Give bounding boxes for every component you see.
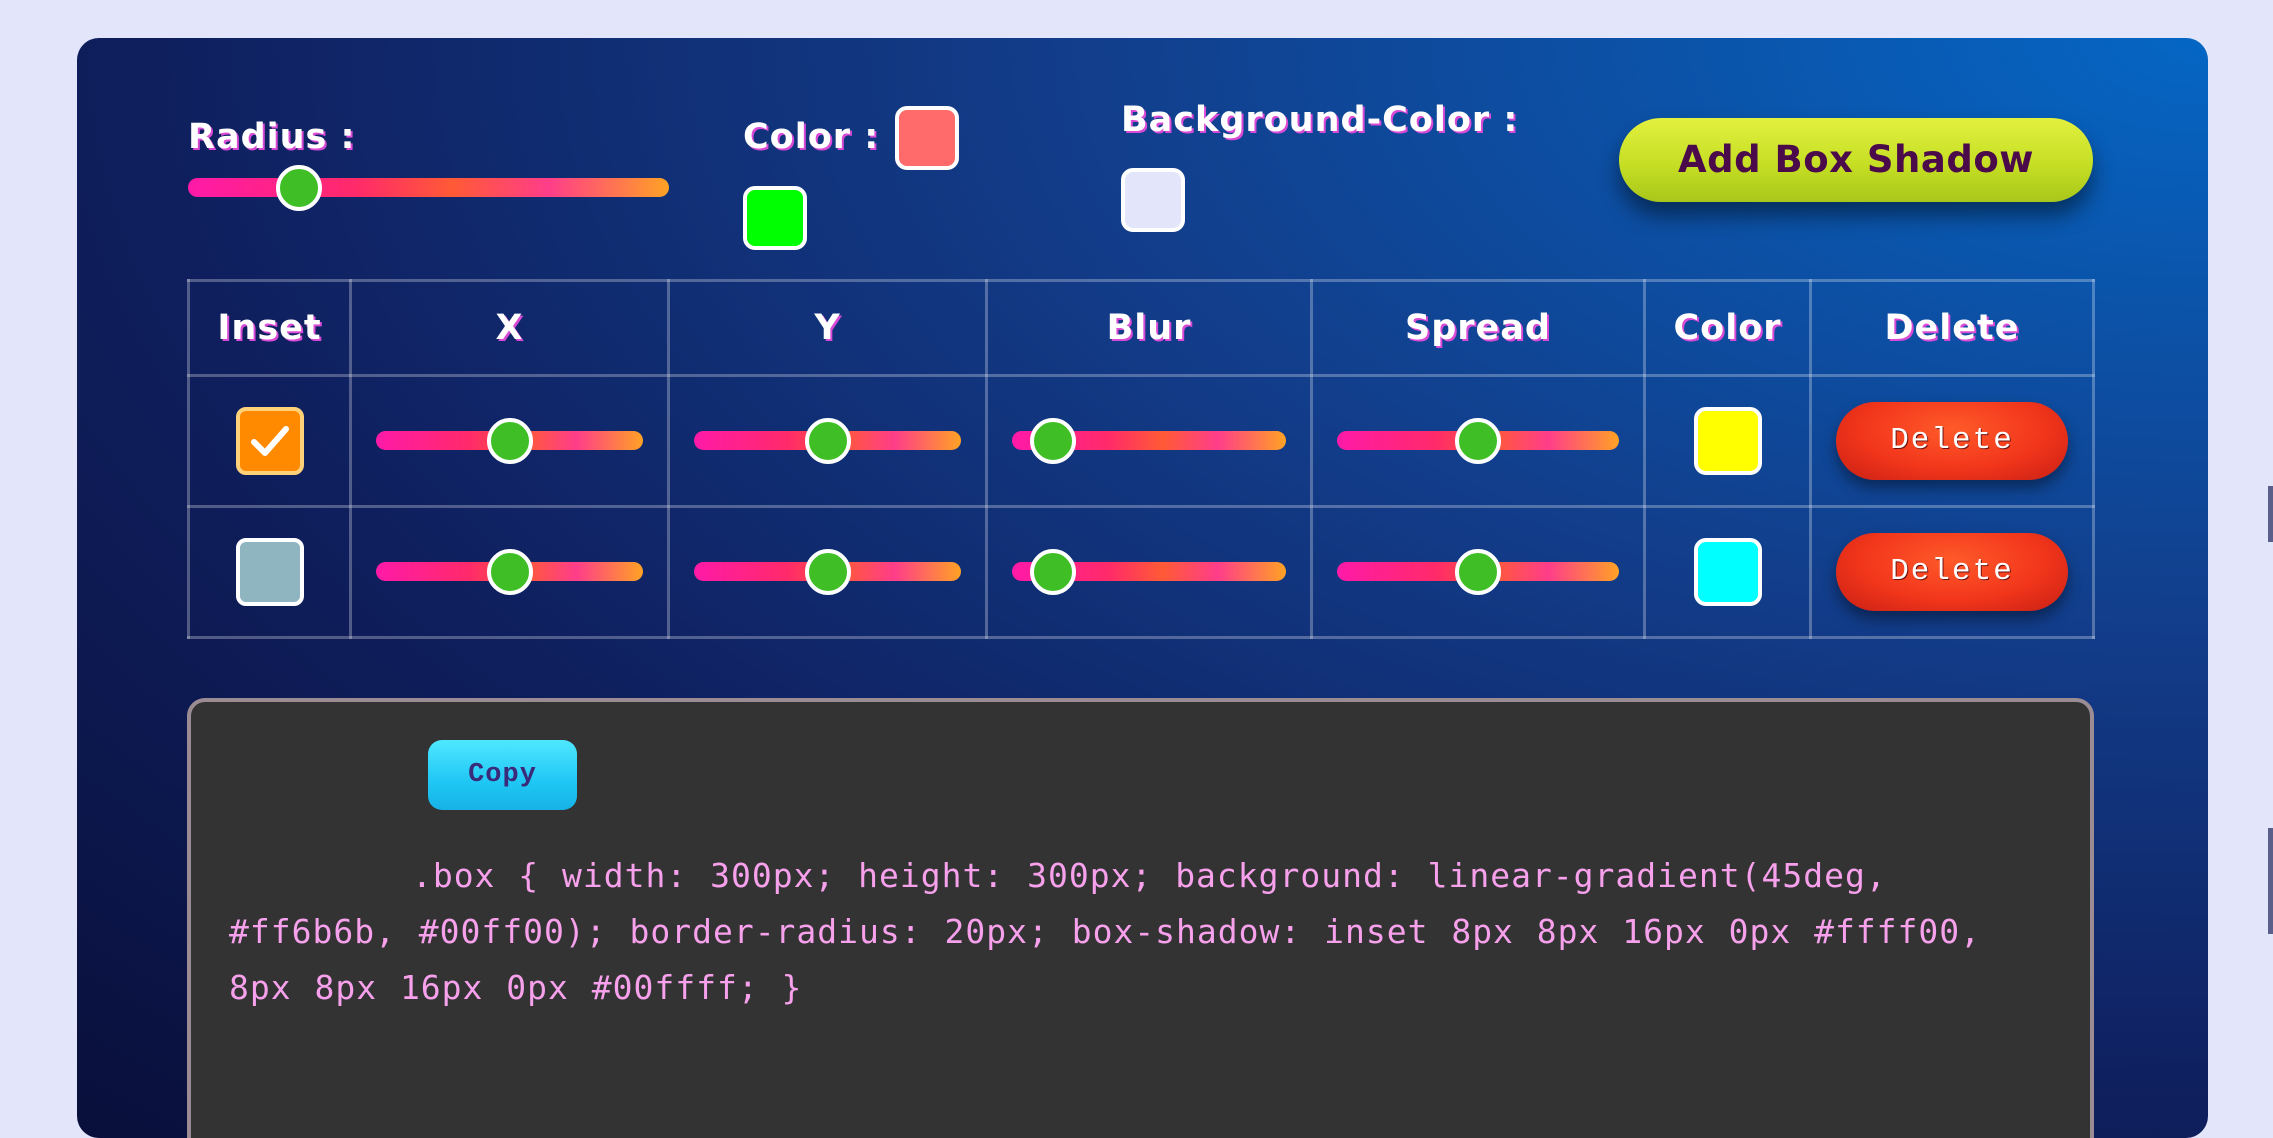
css-output-box: Copy .box { width: 300px; height: 300px;… bbox=[187, 698, 2094, 1138]
header-color: Color bbox=[1643, 279, 1812, 377]
spread-slider-thumb[interactable] bbox=[1455, 548, 1501, 595]
color-swatch-1[interactable] bbox=[895, 106, 959, 170]
y-cell bbox=[667, 505, 988, 639]
shadow-generator-panel: Radius : Color : Background-Color : Add … bbox=[77, 38, 2208, 1138]
color-cell bbox=[1643, 374, 1812, 508]
table-header-row: Inset X Y Blur Spread Color Delete bbox=[187, 279, 2095, 377]
shadow-color-swatch[interactable] bbox=[1693, 407, 1762, 475]
inset-checkbox[interactable] bbox=[235, 407, 304, 475]
x-cell bbox=[349, 505, 670, 639]
copy-button[interactable]: Copy bbox=[428, 740, 577, 810]
y-slider-thumb[interactable] bbox=[804, 548, 851, 595]
blur-slider[interactable] bbox=[1012, 548, 1286, 595]
inset-checkbox[interactable] bbox=[235, 538, 304, 606]
header-blur: Blur bbox=[985, 279, 1313, 377]
y-slider[interactable] bbox=[694, 417, 961, 464]
background-color-label: Background-Color : bbox=[1121, 100, 1519, 140]
radius-slider-thumb[interactable] bbox=[275, 164, 322, 211]
spread-cell bbox=[1310, 505, 1646, 639]
y-slider-thumb[interactable] bbox=[804, 417, 851, 464]
color-cell bbox=[1643, 505, 1812, 639]
x-slider-thumb[interactable] bbox=[486, 548, 533, 595]
header-delete: Delete bbox=[1809, 279, 2095, 377]
radius-label: Radius : bbox=[188, 117, 356, 157]
scroll-edge-marker bbox=[2268, 486, 2273, 542]
y-slider[interactable] bbox=[694, 548, 961, 595]
spread-slider[interactable] bbox=[1337, 417, 1619, 464]
blur-slider-thumb[interactable] bbox=[1030, 548, 1077, 595]
spread-cell bbox=[1310, 374, 1646, 508]
radius-slider[interactable] bbox=[188, 164, 669, 211]
color-label: Color : bbox=[743, 117, 880, 157]
x-cell bbox=[349, 374, 670, 508]
delete-button[interactable]: Delete bbox=[1836, 402, 2068, 480]
scroll-edge-marker bbox=[2268, 828, 2273, 934]
shadow-color-swatch[interactable] bbox=[1693, 538, 1762, 606]
blur-cell bbox=[985, 505, 1313, 639]
spread-slider-thumb[interactable] bbox=[1455, 417, 1501, 464]
x-slider-thumb[interactable] bbox=[486, 417, 533, 464]
css-code-text[interactable]: .box { width: 300px; height: 300px; back… bbox=[229, 848, 2059, 1016]
header-y: Y bbox=[667, 279, 988, 377]
header-spread: Spread bbox=[1310, 279, 1646, 377]
table-row: Delete bbox=[187, 505, 2095, 639]
checkmark-icon bbox=[250, 426, 289, 456]
y-cell bbox=[667, 374, 988, 508]
inset-cell bbox=[187, 505, 352, 639]
x-slider[interactable] bbox=[376, 548, 643, 595]
shadow-layers-table: Inset X Y Blur Spread Color Delete Delet… bbox=[187, 279, 2095, 639]
blur-cell bbox=[985, 374, 1313, 508]
add-box-shadow-button[interactable]: Add Box Shadow bbox=[1619, 118, 2093, 202]
color-swatch-2[interactable] bbox=[743, 186, 807, 250]
delete-cell: Delete bbox=[1809, 374, 2095, 508]
header-inset: Inset bbox=[187, 279, 352, 377]
table-row: Delete bbox=[187, 374, 2095, 508]
blur-slider[interactable] bbox=[1012, 417, 1286, 464]
spread-slider[interactable] bbox=[1337, 548, 1619, 595]
header-x: X bbox=[349, 279, 670, 377]
x-slider[interactable] bbox=[376, 417, 643, 464]
blur-slider-thumb[interactable] bbox=[1030, 417, 1077, 464]
background-color-swatch[interactable] bbox=[1121, 168, 1185, 232]
delete-button[interactable]: Delete bbox=[1836, 533, 2068, 611]
inset-cell bbox=[187, 374, 352, 508]
delete-cell: Delete bbox=[1809, 505, 2095, 639]
